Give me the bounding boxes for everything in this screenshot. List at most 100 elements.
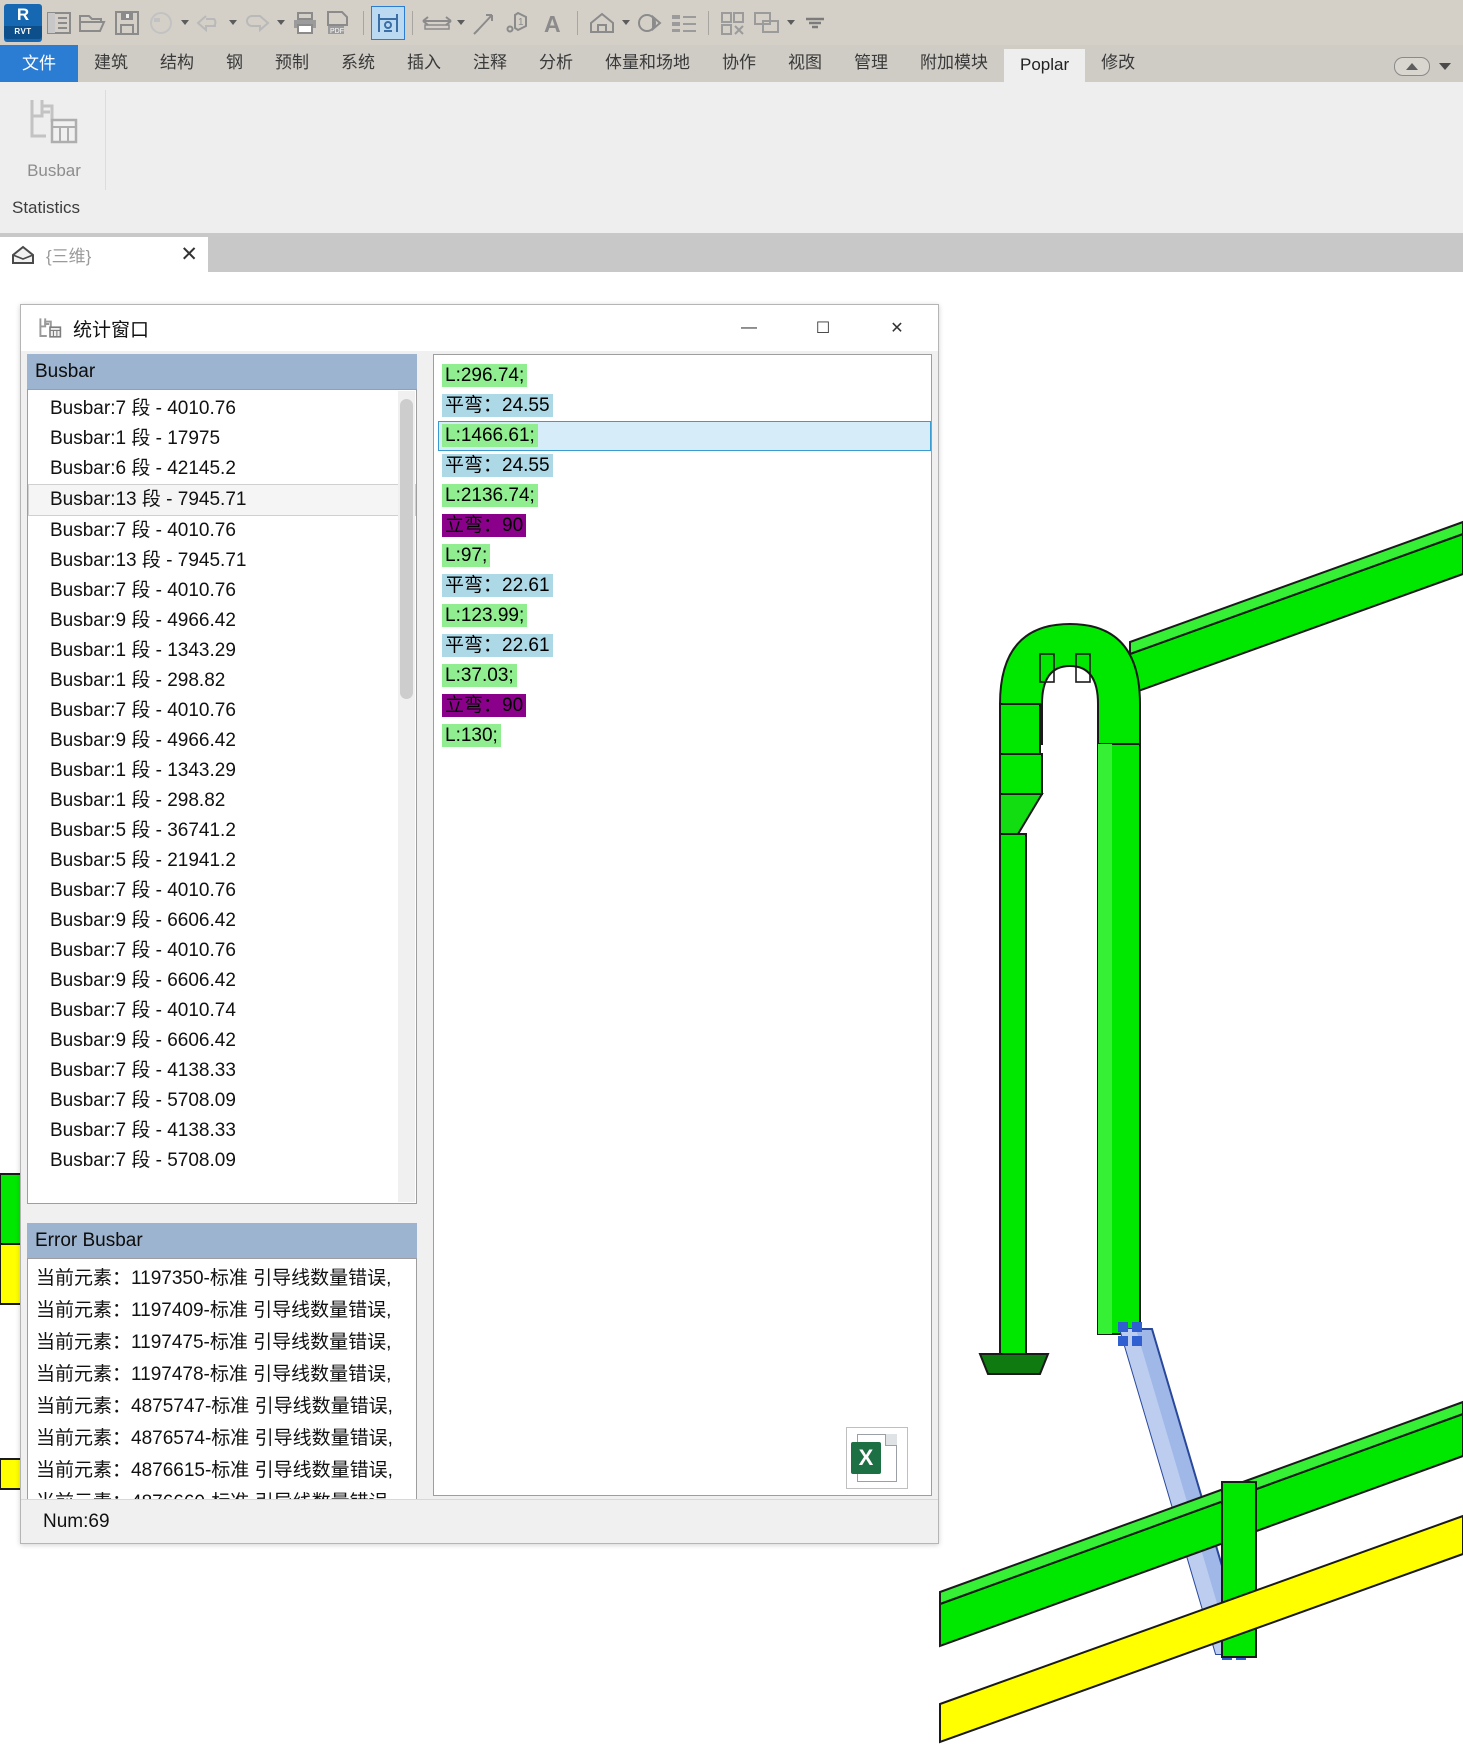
ribbon-tab-steel[interactable]: 钢 [210,46,259,82]
ribbon-tab-precast[interactable]: 预制 [259,46,325,82]
error-list-item[interactable]: 当前元素：4876574-标准 引导线数量错误, [28,1423,416,1455]
default-3d-view-icon[interactable] [585,6,619,40]
save-as-dropdown-arrow-icon[interactable] [178,6,192,40]
dimension-dropdown-arrow-icon[interactable] [454,6,468,40]
busbar-list-item[interactable]: Busbar:7 段 - 4010.76 [28,394,416,424]
segment-row[interactable]: 平弯：24.55 [438,451,931,481]
busbar-list-item[interactable]: Busbar:1 段 - 17975 [28,424,416,454]
error-listbox[interactable]: 当前元素：1197350-标准 引导线数量错误, 当前元素：1197409-标准 … [27,1258,417,1535]
revit-logo[interactable]: R RVT [4,3,42,42]
busbar-list-item[interactable]: Busbar:7 段 - 5708.09 [28,1086,416,1116]
busbar-list-item[interactable]: Busbar:9 段 - 6606.42 [28,906,416,936]
ribbon-tab-addins[interactable]: 附加模块 [904,46,1004,82]
undo-dropdown-arrow-icon[interactable] [226,6,240,40]
busbar-list-item[interactable]: Busbar:6 段 - 42145.2 [28,454,416,484]
segment-row[interactable]: L:1466.61; [438,421,931,451]
busbar-list-item[interactable]: Busbar:7 段 - 4010.74 [28,996,416,1026]
ribbon-tab-collaborate[interactable]: 协作 [706,46,772,82]
error-list-item[interactable]: 当前元素：1197409-标准 引导线数量错误, [28,1295,416,1327]
busbar-list-item[interactable]: Busbar:7 段 - 5708.09 [28,1146,416,1176]
open-folder-icon[interactable] [76,6,110,40]
error-list-item[interactable]: 当前元素：1197475-标准 引导线数量错误, [28,1327,416,1359]
segment-row[interactable]: L:37.03; [438,661,931,691]
busbar-list-item[interactable]: Busbar:7 段 - 4010.76 [28,696,416,726]
export-pdf-icon[interactable]: PDF [322,6,356,40]
ribbon-tab-insert[interactable]: 插入 [391,46,457,82]
busbar-list-item[interactable]: Busbar:5 段 - 36741.2 [28,816,416,846]
redo-icon[interactable] [240,6,274,40]
error-list-item[interactable]: 当前元素：4876615-标准 引导线数量错误, [28,1455,416,1487]
busbar-listbox[interactable]: Busbar:7 段 - 4010.76 Busbar:1 段 - 17975 Bu… [27,389,417,1204]
measure-icon[interactable] [468,6,502,40]
ribbon-tab-analyze[interactable]: 分析 [523,46,589,82]
segment-row[interactable]: L:123.99; [438,601,931,631]
save-icon[interactable] [110,6,144,40]
busbar-list-item[interactable]: Busbar:7 段 - 4138.33 [28,1116,416,1146]
switch-windows-dropdown-arrow-icon[interactable] [784,6,798,40]
tag-icon[interactable]: 1 [502,6,536,40]
busbar-list-item[interactable]: Busbar:13 段 - 7945.71 [28,484,416,516]
segment-row[interactable]: L:296.74; [438,361,931,391]
segment-row[interactable]: 立弯：90 [438,511,931,541]
busbar-list-item[interactable]: Busbar:7 段 - 4010.76 [28,516,416,546]
ribbon-tab-massing-site[interactable]: 体量和场地 [589,46,706,82]
project-browser-icon[interactable] [42,6,76,40]
three-d-dropdown-arrow-icon[interactable] [619,6,633,40]
busbar-list-item[interactable]: Busbar:7 段 - 4138.33 [28,1056,416,1086]
error-list-item[interactable]: 当前元素：4875747-标准 引导线数量错误, [28,1391,416,1423]
ribbon-tab-modify[interactable]: 修改 [1085,46,1151,82]
segment-row[interactable]: 立弯：90 [438,691,931,721]
dialog-close-button[interactable]: ✕ [860,305,934,351]
busbar-list-item[interactable]: Busbar:9 段 - 6606.42 [28,966,416,996]
ribbon-display-options-arrow-icon[interactable] [1439,63,1451,70]
ribbon-tab-file[interactable]: 文件 [0,45,78,82]
busbar-list-scroll-thumb[interactable] [400,399,413,699]
undo-icon[interactable] [192,6,226,40]
busbar-list-item[interactable]: Busbar:7 段 - 4010.76 [28,576,416,606]
print-icon[interactable] [288,6,322,40]
dialog-maximize-button[interactable]: ☐ [786,305,860,351]
dialog-minimize-button[interactable]: — [712,305,786,351]
segment-row[interactable]: L:130; [438,721,931,751]
busbar-list-item[interactable]: Busbar:7 段 - 4010.76 [28,936,416,966]
busbar-list-item[interactable]: Busbar:13 段 - 7945.71 [28,546,416,576]
error-list-item[interactable]: 当前元素：1197350-标准 引导线数量错误, [28,1263,416,1295]
busbar-list-item[interactable]: Busbar:1 段 - 298.82 [28,666,416,696]
measure-between-references-icon[interactable] [371,5,405,40]
segment-row[interactable]: L:97; [438,541,931,571]
busbar-list-item[interactable]: Busbar:1 段 - 1343.29 [28,756,416,786]
switch-windows-icon[interactable] [750,6,784,40]
ribbon-tab-manage[interactable]: 管理 [838,46,904,82]
aligned-dimension-icon[interactable] [420,6,454,40]
busbar-list-item[interactable]: Busbar:7 段 - 4010.76 [28,876,416,906]
error-list-item[interactable]: 当前元素：1197478-标准 引导线数量错误, [28,1359,416,1391]
statistics-dialog[interactable]: 统计窗口 — ☐ ✕ Busbar Busbar:7 段 - 4010.76 Bu… [20,304,939,1544]
save-as-icon[interactable] [144,6,178,40]
segment-row[interactable]: 平弯：22.61 [438,631,931,661]
three-d-view-canvas[interactable]: {三维} ✕ 统计窗口 — ☐ ✕ Busbar Busbar:7 段 - 40… [0,234,1463,1751]
close-hidden-windows-icon[interactable] [716,6,750,40]
ribbon-tab-poplar[interactable]: Poplar [1004,49,1086,82]
segment-row[interactable]: 平弯：24.55 [438,391,931,421]
text-icon[interactable]: A [536,6,570,40]
segment-row[interactable]: L:2136.74; [438,481,931,511]
segment-row[interactable]: 平弯：22.61 [438,571,931,601]
ribbon-tab-systems[interactable]: 系统 [325,46,391,82]
ribbon-tab-annotate[interactable]: 注释 [457,46,523,82]
busbar-list-scrollbar[interactable] [398,391,415,1202]
busbar-list-item[interactable]: Busbar:1 段 - 298.82 [28,786,416,816]
ribbon-tab-architecture[interactable]: 建筑 [78,46,144,82]
ribbon-tab-view[interactable]: 视图 [772,46,838,82]
redo-dropdown-arrow-icon[interactable] [274,6,288,40]
segment-detail-panel[interactable]: L:296.74; 平弯：24.55 L:1466.61; 平弯：24.55 L:213… [433,354,932,1496]
collapse-ribbon-icon[interactable] [1394,57,1430,76]
export-to-excel-button[interactable]: X [846,1427,908,1489]
busbar-list-item[interactable]: Busbar:9 段 - 4966.42 [28,606,416,636]
ribbon-tab-structure[interactable]: 结构 [144,46,210,82]
dialog-title-bar[interactable]: 统计窗口 — ☐ ✕ [21,305,938,351]
customize-quick-access-icon[interactable] [798,6,832,40]
busbar-list-item[interactable]: Busbar:9 段 - 6606.42 [28,1026,416,1056]
busbar-list-item[interactable]: Busbar:5 段 - 21941.2 [28,846,416,876]
legend-icon[interactable] [667,6,701,40]
busbar-list-item[interactable]: Busbar:9 段 - 4966.42 [28,726,416,756]
